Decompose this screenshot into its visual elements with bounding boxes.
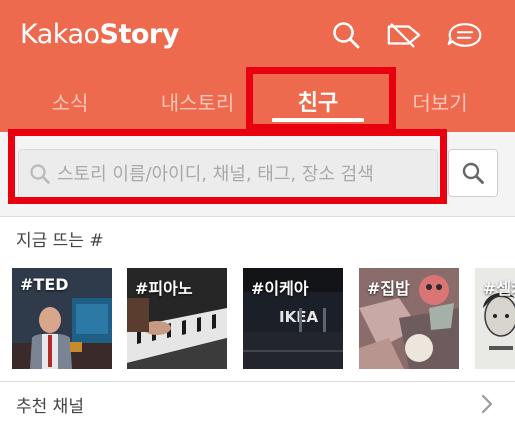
trending-tags-carousel: #TED #피아노 IKEA #이케아 #집밥 #셀 (12, 268, 515, 369)
tab-my-story[interactable]: 내스토리 (145, 70, 250, 132)
trending-tag-label: #이케아 (251, 279, 309, 298)
search-button[interactable] (448, 149, 498, 197)
menu-icon[interactable] (447, 17, 483, 53)
tab-more[interactable]: 더보기 (395, 70, 485, 132)
divider (0, 216, 515, 217)
app-header: KakaoStory 소식 내스토리 친구 더보기 (0, 0, 515, 132)
chevron-right-icon (481, 394, 493, 414)
trending-tag-label: #셀카 (483, 279, 515, 298)
search-field[interactable] (18, 149, 438, 199)
trending-item-homefood[interactable]: #집밥 (359, 268, 459, 369)
search-input[interactable] (51, 150, 437, 198)
trending-tag-label: #피아노 (135, 279, 193, 298)
search-area (0, 132, 515, 216)
trending-item-selfie[interactable]: #셀카 (475, 268, 515, 369)
tab-news[interactable]: 소식 (30, 70, 110, 132)
tag-icon[interactable] (386, 17, 422, 53)
tab-bar: 소식 내스토리 친구 더보기 (0, 70, 515, 132)
trending-tag-label: #집밥 (367, 279, 410, 298)
logo-text-kakao: Kakao (20, 19, 100, 50)
trending-tag-label: #TED (20, 275, 69, 294)
svg-text:IKEA: IKEA (279, 308, 318, 326)
search-field-icon (30, 164, 50, 184)
search-icon[interactable] (328, 17, 364, 53)
tab-friends[interactable]: 친구 (268, 70, 368, 132)
app-logo: KakaoStory (20, 19, 179, 50)
recommended-channels-label: 추천 채널 (16, 397, 84, 417)
trending-item-ikea[interactable]: IKEA #이케아 (243, 268, 343, 369)
active-tab-indicator (272, 118, 364, 122)
recommended-channels-row[interactable]: 추천 채널 (0, 382, 515, 424)
trending-item-ted[interactable]: #TED (12, 268, 112, 369)
trending-title: 지금 뜨는 # (16, 231, 104, 251)
search-button-icon (462, 162, 484, 184)
logo-text-story: Story (99, 19, 180, 50)
trending-item-piano[interactable]: #피아노 (127, 268, 227, 369)
